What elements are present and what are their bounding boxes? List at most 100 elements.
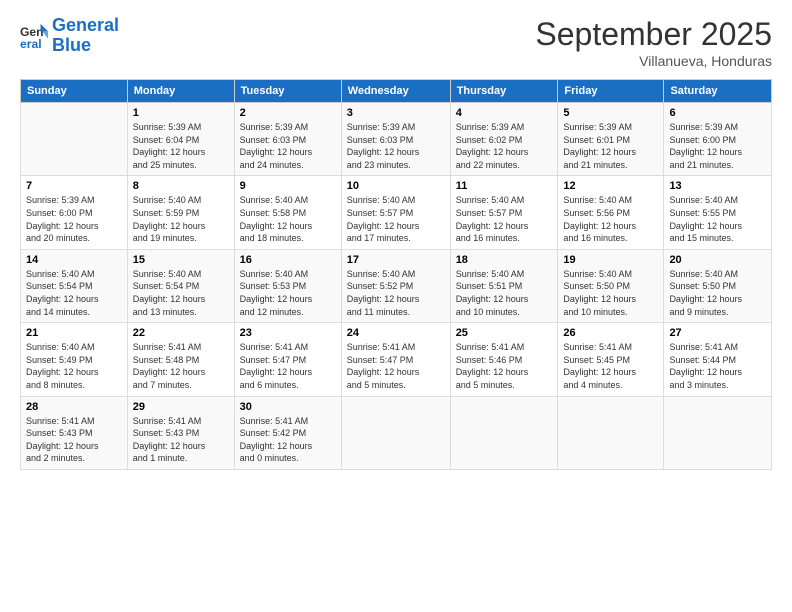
- col-tuesday: Tuesday: [234, 80, 341, 103]
- day-info: Sunrise: 5:40 AM Sunset: 5:58 PM Dayligh…: [240, 194, 336, 244]
- day-info: Sunrise: 5:41 AM Sunset: 5:43 PM Dayligh…: [133, 415, 229, 465]
- week-row-0: 1 Sunrise: 5:39 AM Sunset: 6:04 PM Daylig…: [21, 103, 772, 176]
- day-info: Sunrise: 5:40 AM Sunset: 5:55 PM Dayligh…: [669, 194, 766, 244]
- day-number: 15: [133, 254, 229, 266]
- day-info: Sunrise: 5:39 AM Sunset: 6:02 PM Dayligh…: [456, 121, 553, 171]
- day-cell: 11 Sunrise: 5:40 AM Sunset: 5:57 PM Dayli…: [450, 176, 558, 249]
- week-row-2: 14Sunrise: 5:40 AM Sunset: 5:54 PM Dayli…: [21, 249, 772, 322]
- day-number: 8: [133, 180, 229, 192]
- week-row-1: 7Sunrise: 5:39 AM Sunset: 6:00 PM Daylig…: [21, 176, 772, 249]
- day-info: Sunrise: 5:41 AM Sunset: 5:45 PM Dayligh…: [563, 341, 658, 391]
- day-cell: 1 Sunrise: 5:39 AM Sunset: 6:04 PM Daylig…: [127, 103, 234, 176]
- day-cell: 26 Sunrise: 5:41 AM Sunset: 5:45 PM Dayli…: [558, 323, 664, 396]
- day-cell: 7Sunrise: 5:39 AM Sunset: 6:00 PM Daylig…: [21, 176, 128, 249]
- day-number: 3: [347, 107, 445, 119]
- col-sunday: Sunday: [21, 80, 128, 103]
- col-thursday: Thursday: [450, 80, 558, 103]
- day-number: 13: [669, 180, 766, 192]
- col-monday: Monday: [127, 80, 234, 103]
- day-cell: 10Sunrise: 5:40 AM Sunset: 5:57 PM Dayli…: [341, 176, 450, 249]
- day-number: 20: [669, 254, 766, 266]
- day-number: 26: [563, 327, 658, 339]
- col-saturday: Saturday: [664, 80, 772, 103]
- header: Gen eral GeneralBlue September 2025 Vill…: [20, 16, 772, 69]
- day-number: 24: [347, 327, 445, 339]
- day-number: 18: [456, 254, 553, 266]
- day-number: 21: [26, 327, 122, 339]
- day-info: Sunrise: 5:41 AM Sunset: 5:47 PM Dayligh…: [240, 341, 336, 391]
- day-info: Sunrise: 5:41 AM Sunset: 5:47 PM Dayligh…: [347, 341, 445, 391]
- day-cell: 23 Sunrise: 5:41 AM Sunset: 5:47 PM Dayli…: [234, 323, 341, 396]
- day-info: Sunrise: 5:39 AM Sunset: 6:03 PM Dayligh…: [347, 121, 445, 171]
- day-cell: [21, 103, 128, 176]
- day-info: Sunrise: 5:41 AM Sunset: 5:44 PM Dayligh…: [669, 341, 766, 391]
- day-cell: 27 Sunrise: 5:41 AM Sunset: 5:44 PM Dayli…: [664, 323, 772, 396]
- day-number: 6: [669, 107, 766, 119]
- logo-text: GeneralBlue: [52, 16, 119, 56]
- logo: Gen eral GeneralBlue: [20, 16, 119, 56]
- day-info: Sunrise: 5:40 AM Sunset: 5:57 PM Dayligh…: [347, 194, 445, 244]
- day-number: 12: [563, 180, 658, 192]
- month-title: September 2025: [535, 16, 772, 53]
- day-cell: 30Sunrise: 5:41 AM Sunset: 5:42 PM Dayli…: [234, 396, 341, 469]
- day-number: 30: [240, 401, 336, 413]
- day-number: 29: [133, 401, 229, 413]
- day-cell: 6 Sunrise: 5:39 AM Sunset: 6:00 PM Daylig…: [664, 103, 772, 176]
- day-cell: 13 Sunrise: 5:40 AM Sunset: 5:55 PM Dayli…: [664, 176, 772, 249]
- day-cell: 29 Sunrise: 5:41 AM Sunset: 5:43 PM Dayli…: [127, 396, 234, 469]
- day-cell: 14Sunrise: 5:40 AM Sunset: 5:54 PM Dayli…: [21, 249, 128, 322]
- calendar-page: Gen eral GeneralBlue September 2025 Vill…: [0, 0, 792, 612]
- day-cell: 18 Sunrise: 5:40 AM Sunset: 5:51 PM Dayli…: [450, 249, 558, 322]
- day-info: Sunrise: 5:40 AM Sunset: 5:53 PM Dayligh…: [240, 268, 336, 318]
- day-cell: [664, 396, 772, 469]
- day-info: Sunrise: 5:39 AM Sunset: 6:00 PM Dayligh…: [669, 121, 766, 171]
- day-number: 14: [26, 254, 122, 266]
- day-number: 25: [456, 327, 553, 339]
- day-cell: 25 Sunrise: 5:41 AM Sunset: 5:46 PM Dayli…: [450, 323, 558, 396]
- day-number: 19: [563, 254, 658, 266]
- day-cell: 20 Sunrise: 5:40 AM Sunset: 5:50 PM Dayli…: [664, 249, 772, 322]
- day-info: Sunrise: 5:40 AM Sunset: 5:57 PM Dayligh…: [456, 194, 553, 244]
- day-cell: 22Sunrise: 5:41 AM Sunset: 5:48 PM Dayli…: [127, 323, 234, 396]
- day-number: 23: [240, 327, 336, 339]
- day-number: 22: [133, 327, 229, 339]
- day-number: 17: [347, 254, 445, 266]
- day-cell: 21 Sunrise: 5:40 AM Sunset: 5:49 PM Dayli…: [21, 323, 128, 396]
- day-cell: 15Sunrise: 5:40 AM Sunset: 5:54 PM Dayli…: [127, 249, 234, 322]
- day-info: Sunrise: 5:40 AM Sunset: 5:50 PM Dayligh…: [669, 268, 766, 318]
- day-info: Sunrise: 5:40 AM Sunset: 5:52 PM Dayligh…: [347, 268, 445, 318]
- day-info: Sunrise: 5:39 AM Sunset: 6:03 PM Dayligh…: [240, 121, 336, 171]
- day-number: 4: [456, 107, 553, 119]
- day-number: 9: [240, 180, 336, 192]
- day-cell: 2 Sunrise: 5:39 AM Sunset: 6:03 PM Daylig…: [234, 103, 341, 176]
- day-number: 11: [456, 180, 553, 192]
- day-cell: [341, 396, 450, 469]
- day-number: 1: [133, 107, 229, 119]
- day-cell: 3 Sunrise: 5:39 AM Sunset: 6:03 PM Daylig…: [341, 103, 450, 176]
- day-cell: 28Sunrise: 5:41 AM Sunset: 5:43 PM Dayli…: [21, 396, 128, 469]
- day-number: 2: [240, 107, 336, 119]
- col-wednesday: Wednesday: [341, 80, 450, 103]
- svg-text:eral: eral: [20, 37, 42, 50]
- day-info: Sunrise: 5:39 AM Sunset: 6:00 PM Dayligh…: [26, 194, 122, 244]
- day-info: Sunrise: 5:39 AM Sunset: 6:01 PM Dayligh…: [563, 121, 658, 171]
- day-cell: 24 Sunrise: 5:41 AM Sunset: 5:47 PM Dayli…: [341, 323, 450, 396]
- day-info: Sunrise: 5:41 AM Sunset: 5:46 PM Dayligh…: [456, 341, 553, 391]
- day-cell: [450, 396, 558, 469]
- day-cell: 9 Sunrise: 5:40 AM Sunset: 5:58 PM Daylig…: [234, 176, 341, 249]
- header-row: Sunday Monday Tuesday Wednesday Thursday…: [21, 80, 772, 103]
- day-info: Sunrise: 5:40 AM Sunset: 5:49 PM Dayligh…: [26, 341, 122, 391]
- location-subtitle: Villanueva, Honduras: [535, 53, 772, 69]
- day-number: 27: [669, 327, 766, 339]
- calendar-table: Sunday Monday Tuesday Wednesday Thursday…: [20, 79, 772, 470]
- day-info: Sunrise: 5:40 AM Sunset: 5:51 PM Dayligh…: [456, 268, 553, 318]
- day-cell: 12 Sunrise: 5:40 AM Sunset: 5:56 PM Dayli…: [558, 176, 664, 249]
- week-row-4: 28 Sunrise: 5:41 AM Sunset: 5:43 PM Dayli…: [21, 396, 772, 469]
- day-info: Sunrise: 5:40 AM Sunset: 5:50 PM Dayligh…: [563, 268, 658, 318]
- col-friday: Friday: [558, 80, 664, 103]
- day-info: Sunrise: 5:40 AM Sunset: 5:56 PM Dayligh…: [563, 194, 658, 244]
- day-cell: 5Sunrise: 5:39 AM Sunset: 6:01 PM Daylig…: [558, 103, 664, 176]
- logo-icon: Gen eral: [20, 22, 48, 50]
- day-info: Sunrise: 5:39 AM Sunset: 6:04 PM Dayligh…: [133, 121, 229, 171]
- day-number: 28: [26, 401, 122, 413]
